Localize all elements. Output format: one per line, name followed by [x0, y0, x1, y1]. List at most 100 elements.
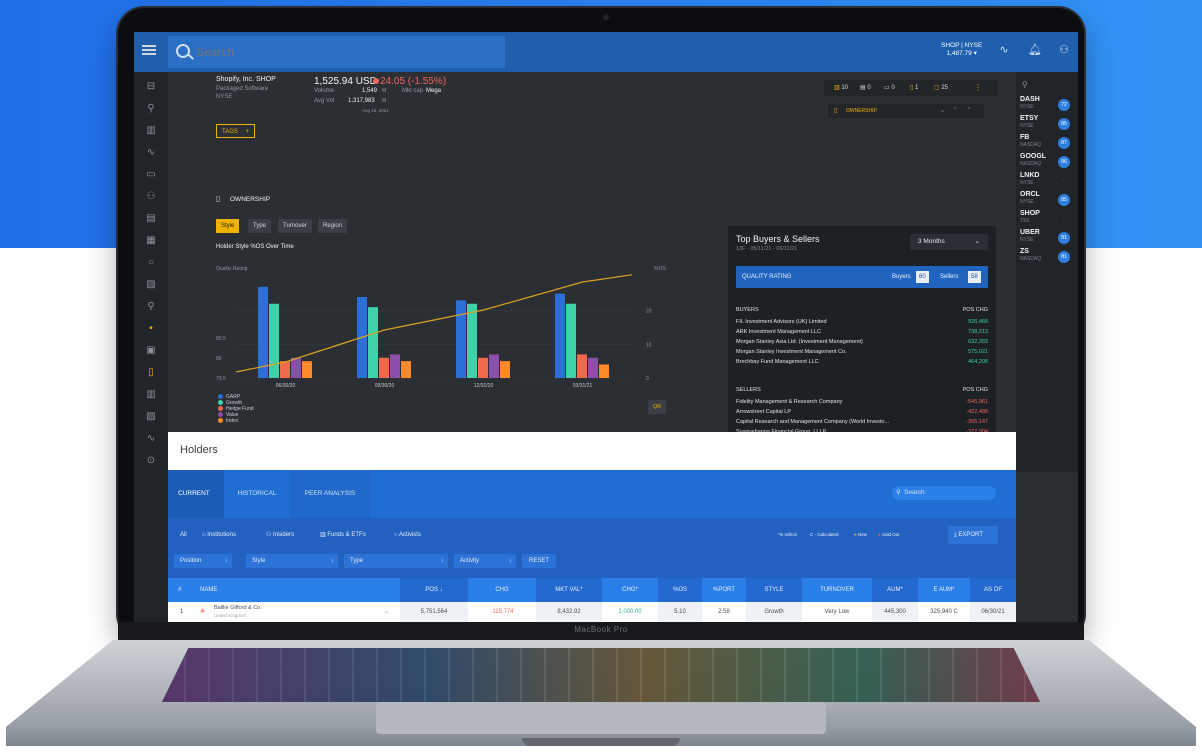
- watchlist-item[interactable]: DASH NYSE 72: [1020, 96, 1074, 114]
- bell-icon[interactable]: 🔔︎: [1027, 42, 1043, 58]
- buyer-row[interactable]: FIL Investment Advisors (UK) Limited 926,…: [736, 318, 988, 327]
- person-icon[interactable]: ⚇: [143, 190, 159, 204]
- col-pos[interactable]: POS ↓: [400, 578, 468, 602]
- filter-insiders[interactable]: ⚇ Insiders: [260, 528, 300, 542]
- company-name: Shopify, Inc. SHOP: [216, 76, 276, 83]
- watchlist-item[interactable]: UBER NYSE 81: [1020, 229, 1074, 247]
- buyer-row[interactable]: Morgan Stanley Investment Management Co.…: [736, 348, 988, 357]
- buyer-row[interactable]: Brechbay Fund Management LLC 464,208: [736, 358, 988, 367]
- tab-type[interactable]: Type: [248, 219, 272, 233]
- position-dropdown[interactable]: Position ↓: [174, 554, 232, 568]
- tab-current[interactable]: CURRENT: [168, 470, 224, 518]
- building-icon[interactable]: ▥: [143, 124, 159, 138]
- tab-historical[interactable]: HISTORICAL: [224, 470, 290, 518]
- watchlist-item[interactable]: ZS NASDAQ 81: [1020, 248, 1074, 266]
- holders-filters: All ⌂ Institutions ⚇ Insiders ▥ Funds & …: [168, 518, 1016, 578]
- seller-row[interactable]: Capital Research and Management Company …: [736, 418, 988, 427]
- ticker-chip[interactable]: SHOP | NYSE 1,487.79 ▾: [941, 42, 982, 58]
- tab-style[interactable]: Style: [216, 219, 240, 233]
- search-box[interactable]: [168, 36, 505, 68]
- type-dropdown[interactable]: Type ↓: [344, 554, 448, 568]
- seller-row[interactable]: Fidelity Management & Research Company -5…: [736, 398, 988, 407]
- holders-search[interactable]: ⚲ Search: [892, 486, 996, 500]
- active-dot-icon[interactable]: •: [143, 322, 159, 336]
- watchlist-item[interactable]: SHOP TSX -: [1020, 210, 1074, 228]
- document-icon[interactable]: ▤: [143, 212, 159, 226]
- search-sidebar-icon[interactable]: ⚲: [143, 300, 159, 314]
- ownership-select[interactable]: ▯ OWNERSHIP ⌄ ‹ ›: [828, 104, 984, 118]
- tags-button[interactable]: TAGS +: [216, 124, 256, 138]
- menu-icon[interactable]: [142, 45, 156, 55]
- bar: [467, 303, 477, 378]
- tab-region[interactable]: Region: [318, 219, 348, 233]
- col-num[interactable]: #: [178, 578, 181, 602]
- col-chg[interactable]: CHG: [468, 578, 536, 602]
- tab-turnover[interactable]: Turnover: [278, 219, 312, 233]
- phone-icon[interactable]: ▯: [143, 366, 159, 380]
- col-chg2[interactable]: CHG*: [602, 578, 658, 602]
- watchlist-item[interactable]: ORCL NYSE 85: [1020, 191, 1074, 209]
- next-icon[interactable]: ›: [968, 106, 970, 112]
- qr-button[interactable]: QR: [648, 400, 667, 414]
- tab-peer-analysis[interactable]: PEER ANALYSIS: [290, 470, 370, 518]
- bar: [401, 361, 411, 378]
- buyer-row[interactable]: Morgan Stanley Asia Ltd. (Investment Man…: [736, 338, 988, 347]
- chart-icon[interactable]: ▨: [143, 410, 159, 424]
- right-tick-label: 20: [646, 309, 652, 315]
- briefcase-icon[interactable]: ▣: [143, 344, 159, 358]
- tags-add: +: [245, 129, 250, 135]
- wallet-icon[interactable]: ▭: [143, 168, 159, 182]
- more-icon[interactable]: ⋮: [974, 83, 982, 92]
- report-icon[interactable]: ▧: [143, 278, 159, 292]
- col-port[interactable]: %PORT: [702, 578, 746, 602]
- prev-icon[interactable]: ‹: [954, 106, 956, 112]
- style-dropdown[interactable]: Style ↓: [246, 554, 338, 568]
- dashboard-icon[interactable]: ⊟: [143, 80, 159, 94]
- buyers-count[interactable]: 60: [916, 271, 929, 283]
- col-asof[interactable]: AS OF: [970, 578, 1016, 602]
- counter-5[interactable]: ▢ 25: [934, 84, 948, 91]
- counter-3[interactable]: ▭ 0: [884, 84, 895, 91]
- activity-dropdown[interactable]: Activity ↓: [454, 554, 516, 568]
- pin-icon[interactable]: ⚲: [143, 102, 159, 116]
- counter-4[interactable]: ▯ 1: [910, 84, 918, 91]
- watchlist-item[interactable]: GOOGL NASDAQ 86: [1020, 153, 1074, 171]
- seller-row[interactable]: Arrowstreet Capital LP -422,488: [736, 408, 988, 417]
- x-tick-label: 06/30/20: [276, 383, 296, 389]
- period-dropdown[interactable]: 3 Months ⌄: [910, 234, 988, 250]
- building2-icon[interactable]: ▥: [143, 388, 159, 402]
- mic-icon[interactable]: ⊙: [143, 454, 159, 468]
- counter-2[interactable]: ▤ 0: [860, 84, 871, 91]
- watchlist-item[interactable]: LNKD NYSE -: [1020, 172, 1074, 190]
- seller-value: -395,147: [966, 419, 988, 425]
- watchlist-item[interactable]: ETSY NYSE 85: [1020, 115, 1074, 133]
- col-turnover[interactable]: TURNOVER: [802, 578, 872, 602]
- reset-button[interactable]: RESET: [522, 554, 556, 568]
- filter-activists[interactable]: ○ Activists: [388, 528, 427, 542]
- filter-institutions[interactable]: ⌂ Institutions: [196, 528, 242, 542]
- export-button[interactable]: ⤓ EXPORT: [948, 526, 998, 544]
- pulse-icon[interactable]: ∿: [996, 42, 1012, 58]
- search-input[interactable]: [196, 43, 446, 61]
- sellers-count[interactable]: 58: [968, 271, 981, 283]
- user-icon[interactable]: ⚇: [1056, 42, 1072, 58]
- wave-icon[interactable]: ∿: [143, 432, 159, 446]
- cell-eaum: 325,940 C: [930, 609, 958, 615]
- col-mktval[interactable]: MKT VAL*: [536, 578, 602, 602]
- table-row[interactable]: 1 ✻ Baillie Gifford & Co. United Kingdom…: [168, 602, 1016, 622]
- expand-icon[interactable]: ⌄: [384, 602, 389, 622]
- col-os[interactable]: %OS: [658, 578, 702, 602]
- col-style[interactable]: STYLE: [746, 578, 802, 602]
- pin-watch-icon[interactable]: ⚲: [1022, 80, 1028, 89]
- counter-1[interactable]: ▥ 10: [834, 84, 848, 91]
- activity-icon[interactable]: ∿: [143, 146, 159, 160]
- watchlist-item[interactable]: FB NASDAQ 87: [1020, 134, 1074, 152]
- filter-funds[interactable]: ▥ Funds & ETFs: [314, 528, 372, 542]
- calendar-icon[interactable]: ▦: [143, 234, 159, 248]
- globe-icon[interactable]: ○: [143, 256, 159, 270]
- col-eaum[interactable]: E AUM*: [918, 578, 970, 602]
- filter-all[interactable]: All: [174, 528, 193, 542]
- buyer-row[interactable]: ARK Investment Management LLC 738,213: [736, 328, 988, 337]
- cell-asof: 06/30/21: [970, 602, 1016, 622]
- col-aum[interactable]: AUM*: [872, 578, 918, 602]
